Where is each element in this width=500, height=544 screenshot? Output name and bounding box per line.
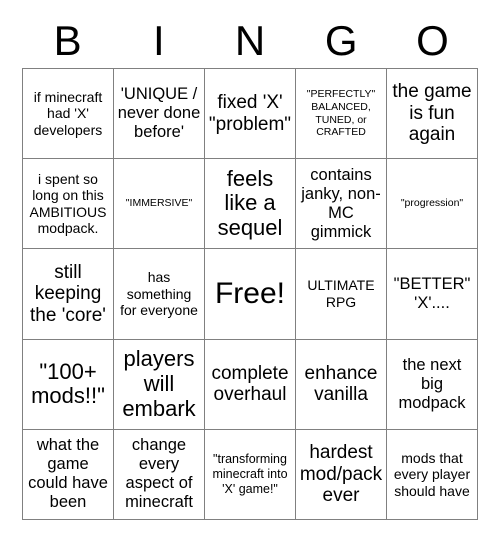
bingo-cell-text: hardest mod/pack ever — [299, 441, 383, 507]
bingo-cell-b4[interactable]: "100+ mods!!" — [23, 339, 114, 430]
bingo-cell-i1[interactable]: 'UNIQUE / never done before' — [114, 69, 205, 160]
header-letter-g: G — [324, 17, 358, 64]
bingo-cell-i3[interactable]: has something for everyone — [114, 249, 205, 340]
bingo-cell-g1[interactable]: "PERFECTLY" BALANCED, TUNED, or CRAFTED — [296, 69, 387, 160]
bingo-cell-text: players will embark — [122, 346, 196, 421]
bingo-cell-text: still keeping the 'core' — [30, 261, 106, 326]
bingo-cell-text: "100+ mods!!" — [31, 358, 105, 409]
bingo-cell-g3[interactable]: ULTIMATE RPG — [296, 249, 387, 340]
bingo-cell-g5[interactable]: hardest mod/pack ever — [296, 429, 387, 520]
bingo-cell-text: 'UNIQUE / never done before' — [117, 85, 201, 142]
bingo-cell-free[interactable]: Free! — [205, 249, 296, 340]
bingo-cell-text: ULTIMATE RPG — [307, 277, 375, 310]
bingo-cell-b5[interactable]: what the game could have been — [23, 429, 114, 520]
bingo-cell-n4[interactable]: complete overhaul — [205, 339, 296, 430]
bingo-header-row: B I N G O — [22, 16, 478, 66]
bingo-cell-text: what the game could have been — [28, 436, 108, 512]
bingo-card: B I N G O if minecraft had 'X' developer… — [0, 0, 500, 544]
bingo-cell-text: contains janky, non-MC gimmick — [301, 165, 381, 241]
bingo-cell-text: feels like a sequel — [217, 165, 283, 241]
bingo-cell-text: "transforming minecraft into 'X' game!" — [212, 451, 288, 496]
bingo-cell-i5[interactable]: change every aspect of minecraft — [114, 429, 205, 520]
bingo-cell-i4[interactable]: players will embark — [114, 339, 205, 430]
bingo-cell-n2[interactable]: feels like a sequel — [205, 159, 296, 250]
bingo-cell-g4[interactable]: enhance vanilla — [296, 339, 387, 430]
bingo-cell-n1[interactable]: fixed 'X' "problem" — [205, 69, 296, 160]
bingo-cell-text: enhance vanilla — [304, 362, 378, 406]
bingo-cell-i2[interactable]: "IMMERSIVE" — [114, 159, 205, 250]
bingo-cell-o3[interactable]: "BETTER" 'X'.... — [387, 249, 478, 340]
header-letter-o: O — [416, 17, 449, 64]
bingo-grid: if minecraft had 'X' developers 'UNIQUE … — [22, 68, 478, 520]
bingo-cell-text: i spent so long on this AMBITIOUS modpac… — [29, 170, 107, 237]
bingo-cell-g2[interactable]: contains janky, non-MC gimmick — [296, 159, 387, 250]
bingo-cell-o2[interactable]: "progression" — [387, 159, 478, 250]
bingo-cell-text: has something for everyone — [120, 269, 198, 319]
bingo-cell-n5[interactable]: "transforming minecraft into 'X' game!" — [205, 429, 296, 520]
bingo-cell-b2[interactable]: i spent so long on this AMBITIOUS modpac… — [23, 159, 114, 250]
bingo-cell-o5[interactable]: mods that every player should have — [387, 429, 478, 520]
bingo-cell-text: mods that every player should have — [393, 449, 471, 499]
bingo-cell-text: the game is fun again — [392, 81, 472, 146]
bingo-cell-text: "BETTER" 'X'.... — [393, 275, 471, 312]
bingo-cell-text: complete overhaul — [211, 362, 289, 406]
bingo-cell-o1[interactable]: the game is fun again — [387, 69, 478, 160]
header-letter-i: I — [152, 17, 165, 64]
header-letter-b: B — [53, 17, 82, 64]
bingo-cell-text: "progression" — [400, 197, 464, 210]
bingo-cell-text: fixed 'X' "problem" — [208, 91, 292, 135]
bingo-cell-text: "PERFECTLY" BALANCED, TUNED, or CRAFTED — [306, 88, 376, 139]
bingo-cell-b1[interactable]: if minecraft had 'X' developers — [23, 69, 114, 160]
bingo-cell-text: change every aspect of minecraft — [125, 436, 193, 512]
header-letter-n: N — [234, 17, 266, 64]
bingo-cell-text: "IMMERSIVE" — [125, 197, 193, 210]
bingo-cell-text: if minecraft had 'X' developers — [33, 88, 103, 138]
bingo-cell-b3[interactable]: still keeping the 'core' — [23, 249, 114, 340]
bingo-cell-text-free: Free! — [214, 276, 286, 310]
bingo-cell-o4[interactable]: the next big modpack — [387, 339, 478, 430]
bingo-cell-text: the next big modpack — [398, 355, 466, 412]
